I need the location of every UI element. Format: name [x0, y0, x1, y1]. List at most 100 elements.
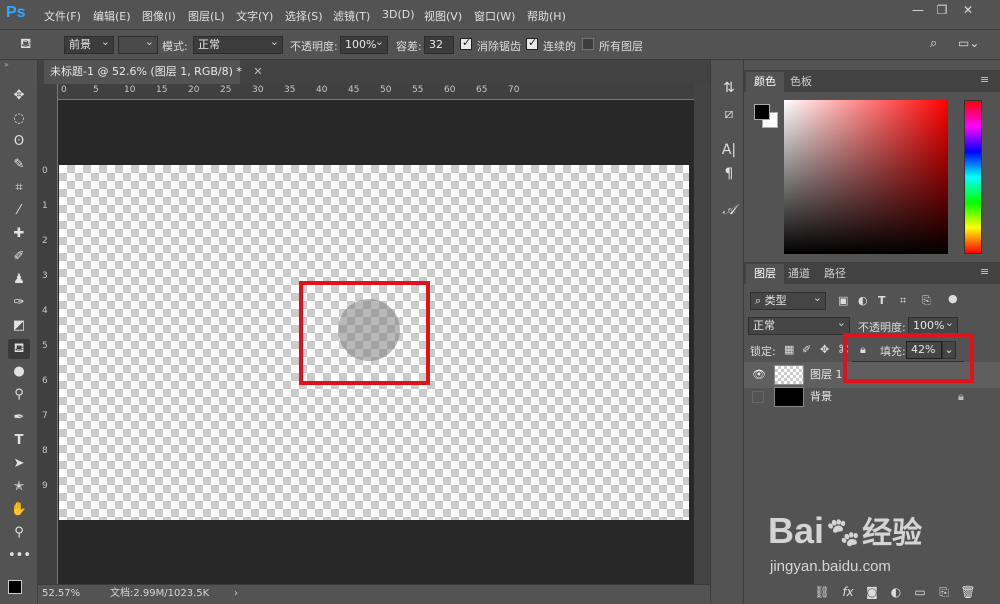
pen-tool-icon[interactable]: ✒: [8, 408, 30, 428]
eyedropper-tool-icon[interactable]: ⁄: [8, 201, 30, 221]
zoom-tool-icon[interactable]: ⚲: [8, 523, 30, 543]
blur-tool-icon[interactable]: ●: [8, 362, 30, 382]
collapse-icon[interactable]: »: [4, 60, 34, 69]
move-tool-icon[interactable]: ✥: [8, 86, 30, 106]
panel-menu-icon[interactable]: ≡: [980, 265, 989, 278]
filter-smart-object-icon[interactable]: ⎘: [922, 294, 931, 308]
more-tools-icon[interactable]: •••: [8, 546, 31, 566]
ruler-tick-label: 5: [93, 85, 99, 95]
panel-menu-icon[interactable]: ≡: [980, 73, 989, 86]
document-tab[interactable]: 未标题-1 @ 52.6% (图层 1, RGB/8) * ✕: [44, 60, 263, 84]
color-field[interactable]: [784, 100, 948, 254]
tolerance-value: 32: [429, 38, 443, 51]
shape-tool-icon[interactable]: ✭: [8, 477, 30, 497]
zoom-level[interactable]: 52.57%: [42, 585, 80, 603]
brush-tool-icon[interactable]: ✐: [8, 247, 30, 267]
collapsed-panels: ⇅ ⧄ A| ¶ 𝒜: [710, 60, 744, 604]
crop-tool-icon[interactable]: ⌗: [8, 178, 30, 198]
ruler-tick-label: 50: [380, 85, 392, 95]
visibility-toggle[interactable]: [752, 391, 764, 403]
adjustment-layer-icon[interactable]: ◐: [888, 584, 904, 600]
menu-help[interactable]: 帮助(H): [527, 8, 566, 24]
new-group-icon[interactable]: ▭: [912, 584, 928, 600]
lasso-tool-icon[interactable]: ʘ: [8, 132, 30, 152]
menu-file[interactable]: 文件(F): [44, 8, 81, 24]
filter-shape-icon[interactable]: ⌗: [900, 294, 906, 308]
tab-layers[interactable]: 图层: [746, 264, 784, 284]
marquee-tool-icon[interactable]: ◌: [8, 109, 30, 129]
menu-edit[interactable]: 编辑(E): [93, 8, 131, 24]
character-panel-icon[interactable]: A|: [719, 140, 739, 160]
close-icon[interactable]: ✕: [956, 2, 980, 18]
fill-source-select[interactable]: 前景: [64, 34, 114, 54]
menu-type[interactable]: 文字(Y): [236, 8, 273, 24]
foreground-color-swatch[interactable]: [8, 580, 22, 594]
close-tab-icon[interactable]: ✕: [253, 65, 262, 78]
filter-type-icon[interactable]: T: [878, 294, 886, 307]
ruler-tick-label: 45: [348, 85, 360, 95]
paragraph-panel-icon[interactable]: ¶: [719, 164, 739, 184]
glyphs-panel-icon[interactable]: 𝒜: [719, 200, 739, 220]
search-icon[interactable]: ⌕: [930, 36, 946, 52]
tab-paths[interactable]: 路径: [816, 264, 854, 284]
tab-color[interactable]: 颜色: [746, 72, 784, 92]
menu-3d[interactable]: 3D(D): [382, 8, 415, 21]
add-mask-icon[interactable]: ◙: [864, 584, 880, 600]
antialias-checkbox[interactable]: [460, 36, 472, 50]
layer-lock-icon: 🔒︎: [958, 390, 964, 403]
delete-layer-icon[interactable]: 🗑︎: [960, 584, 976, 600]
lock-pixels-icon[interactable]: ✐: [802, 343, 811, 356]
menu-window[interactable]: 窗口(W): [474, 8, 515, 24]
status-menu-icon[interactable]: ›: [234, 585, 238, 603]
foreground-swatch[interactable]: [754, 104, 770, 120]
layer-row[interactable]: 背景 🔒︎: [744, 384, 1000, 410]
layer-style-icon[interactable]: fx: [840, 584, 856, 600]
vertical-scrollbar[interactable]: [694, 84, 710, 584]
history-brush-tool-icon[interactable]: ✑: [8, 293, 30, 313]
path-select-tool-icon[interactable]: ➤: [8, 454, 30, 474]
blend-mode-select[interactable]: 正常: [748, 315, 850, 335]
layer-filter-select[interactable]: ⌕ 类型: [750, 290, 826, 310]
quick-select-tool-icon[interactable]: ✎: [8, 155, 30, 175]
filter-adjustment-icon[interactable]: ◐: [858, 294, 868, 307]
hand-tool-icon[interactable]: ✋: [8, 500, 30, 520]
tab-swatches[interactable]: 色板: [782, 72, 820, 92]
brush-presets-icon[interactable]: ⧄: [719, 104, 739, 124]
restore-icon[interactable]: ❐: [930, 2, 954, 18]
all-layers-checkbox[interactable]: [582, 38, 594, 50]
history-panel-icon[interactable]: ⇅: [719, 78, 739, 98]
mode-select[interactable]: 正常: [193, 34, 283, 54]
ruler-tick-label: 2: [42, 236, 48, 246]
document-tab-title: 未标题-1 @ 52.6% (图层 1, RGB/8) *: [50, 65, 242, 78]
menu-layer[interactable]: 图层(L): [188, 8, 225, 24]
hue-slider[interactable]: [964, 100, 982, 254]
eraser-tool-icon[interactable]: ◩: [8, 316, 30, 336]
ruler-tick-label: 5: [42, 341, 48, 351]
menu-filter[interactable]: 滤镜(T): [333, 8, 370, 24]
menu-select[interactable]: 选择(S): [285, 8, 323, 24]
contiguous-checkbox[interactable]: [526, 36, 538, 50]
workspace-icon[interactable]: ▭⌄: [958, 36, 982, 52]
opacity-input[interactable]: 100%: [340, 34, 388, 54]
minimize-icon[interactable]: —: [906, 2, 930, 18]
ruler-tick-label: 40: [316, 85, 328, 95]
lock-transparent-icon[interactable]: ▦: [784, 343, 794, 356]
type-tool-icon[interactable]: T: [8, 431, 30, 451]
stamp-tool-icon[interactable]: ♟: [8, 270, 30, 290]
link-layers-icon[interactable]: ⛓: [814, 584, 830, 600]
dodge-tool-icon[interactable]: ⚲: [8, 385, 30, 405]
menu-view[interactable]: 视图(V): [424, 8, 462, 24]
tab-channels[interactable]: 通道: [780, 264, 818, 284]
tolerance-input[interactable]: 32: [424, 36, 454, 54]
highlight-box-circle: [299, 281, 430, 385]
filter-pixel-icon[interactable]: ▣: [838, 294, 848, 307]
paint-bucket-tool-icon[interactable]: ⛾: [8, 339, 30, 359]
filter-toggle-icon[interactable]: ●: [948, 292, 958, 305]
lock-position-icon[interactable]: ✥: [820, 343, 829, 356]
menu-image[interactable]: 图像(I): [142, 8, 176, 24]
pattern-picker[interactable]: [118, 34, 158, 54]
paint-bucket-preset-icon[interactable]: ⛾: [20, 36, 44, 54]
new-layer-icon[interactable]: ⎘: [936, 584, 952, 600]
vertical-ruler: 0 1 2 3 4 5 6 7 8 9: [38, 84, 58, 584]
healing-tool-icon[interactable]: ✚: [8, 224, 30, 244]
